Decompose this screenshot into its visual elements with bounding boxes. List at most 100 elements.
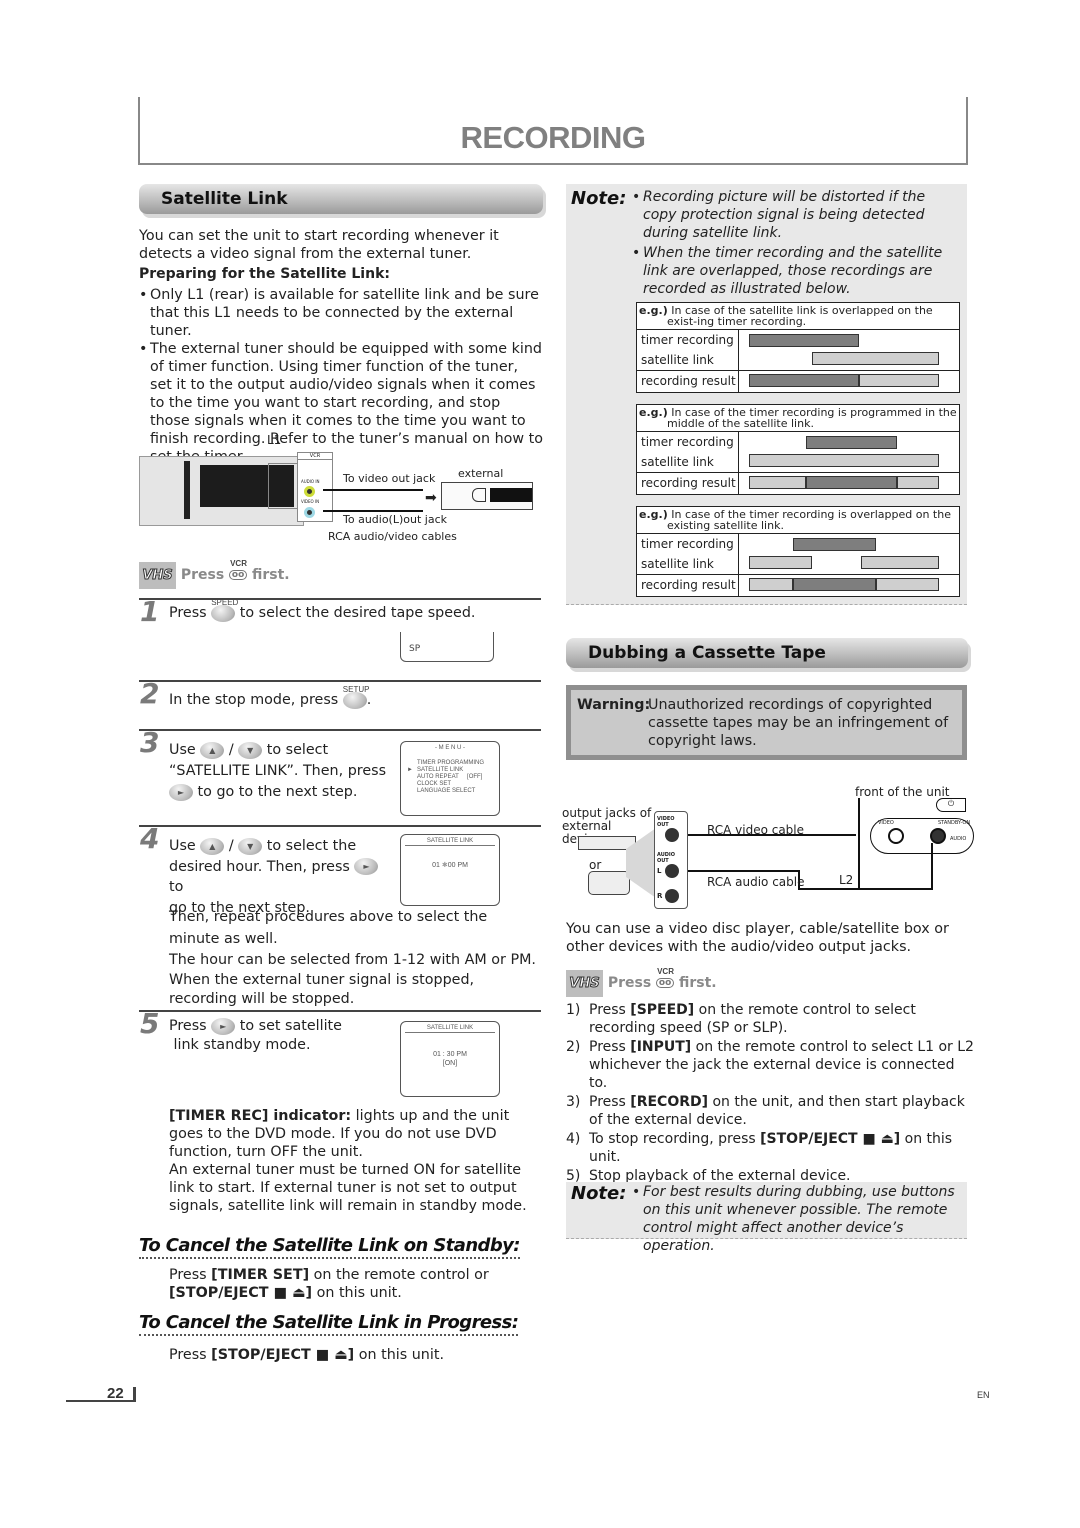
right-button[interactable]: ► [211,1017,236,1035]
vhs-logo-icon: VHS [139,562,176,589]
vhs-press-first: VHS Press oo VCR first. [139,560,290,589]
step-2-text: In the stop mode, press SETUP. [169,684,372,709]
front-of-unit-label: front of the unit [855,785,950,799]
down-button[interactable]: ▼ [238,837,263,855]
overlap-example-table: e.g.) In case of the timer recording is … [636,404,960,495]
row-label-satellite: satellite link [641,353,714,367]
step-number: 4 [140,822,160,855]
step-4-extra: Then, repeat procedures above to select … [169,909,536,1007]
dubbing-step: 3) Press [RECORD] on the unit, and then s… [566,1094,965,1128]
step-number: 3 [140,726,160,759]
vhs-logo-icon: VHS [566,970,603,997]
row-label-result: recording result [641,374,736,388]
dubbing-step: 1) Press [SPEED] on the remote control to… [566,1002,916,1036]
timer-rec-info: [TIMER REC] indicator: lights up and the… [169,1108,510,1160]
divider [139,1010,541,1012]
recording-result-segment [749,374,860,387]
osd-menu-display: - M E N U - TIMER PROGRAMMING ► SATELLITE… [400,741,500,816]
output-jack-panel: VIDEO OUT AUDIO OUT L R [654,811,688,909]
up-button[interactable]: ▲ [200,741,225,759]
speed-button[interactable]: SPEED [211,598,238,622]
recording-result-segment [806,476,898,489]
row-label-timer: timer recording [641,537,734,551]
audio-in-jack [304,486,315,497]
video-jack-label: To video out jack [343,472,436,485]
satellite-link-bar [861,556,939,569]
vcr-button-icon[interactable]: oo VCR [656,968,675,988]
right-button[interactable]: ► [354,858,379,875]
preparing-heading: Preparing for the Satellite Link: [139,266,390,282]
dubbing-note-box: Note: For best results during dubbing, u… [566,1182,967,1254]
right-button[interactable]: ► [169,783,193,801]
overlap-example-table: e.g.) In case of the timer recording is … [636,506,960,597]
page-number: 22 [107,1385,124,1402]
step-number: 1 [140,595,160,628]
arrow-right-icon: ➡ [425,490,437,506]
timer-recording-bar [792,538,877,551]
audio-jack-label: To audio(L)out jack [343,513,447,526]
rca-cables-label: RCA audio/video cables [328,530,457,543]
rca-cable-audio [323,510,423,512]
recording-result-segment [792,578,877,591]
video-out-jack [665,828,679,842]
overlap-example-table: e.g.) In case of the satellite link is o… [636,302,960,393]
footer-tick [133,1387,136,1402]
down-button[interactable]: ▼ [238,741,263,759]
example-caption: e.g.) In case of the timer recording is … [637,507,959,534]
rca-audio-cable-label: RCA audio cable [707,875,805,889]
page-title: RECORDING [460,120,646,155]
rca-cable-video [323,489,423,491]
row-label-result: recording result [641,476,736,490]
cancel-standby-heading: To Cancel the Satellite Link on Standby: [139,1235,520,1259]
step-3-text: Use ▲ / ▼ to select “SATELLITE LINK”. Th… [169,741,387,801]
video-disc-player-illustration [578,836,636,850]
recording-result-segment [749,578,793,591]
video-in-jack [304,507,315,518]
l1-label: L1 [267,433,282,447]
setup-button[interactable]: SETUP [342,685,369,709]
row-label-satellite: satellite link [641,557,714,571]
external-tuner-illustration [441,482,533,510]
external-tuner-info: An external tuner must be turned ON for … [169,1162,527,1214]
power-icon: ⏻ [936,798,966,812]
step-number: 2 [140,677,160,710]
example-caption: e.g.) In case of the timer recording is … [637,405,959,432]
recording-result-segment [897,476,939,489]
step-1-text: Press SPEED to select the desired tape s… [169,597,476,622]
recording-result-segment [749,476,806,489]
camcorder-illustration [588,871,630,895]
dubbing-step: 2) Press [INPUT] on the remote control to… [566,1039,974,1091]
footer-rule [66,1400,136,1402]
cancel-standby-text: Press [TIMER SET] on the remote control … [169,1267,489,1301]
osd-speed-display: SP [400,632,494,662]
cancel-progress-heading: To Cancel the Satellite Link in Progress… [139,1312,519,1336]
warning-box: Warning: Unauthorized recordings of copy… [566,685,967,760]
vcr-button-icon[interactable]: oo VCR [229,560,248,580]
divider [139,680,541,682]
example-caption: e.g.) In case of the satellite link is o… [637,303,959,330]
osd-standby-display: SATELLITE LINK 01 : 30 PM [ON] [400,1021,500,1097]
dubbing-intro: You can use a video disc player, cable/s… [566,921,949,955]
satellite-link-bar [749,556,812,569]
up-button[interactable]: ▲ [200,837,225,855]
note-bullets: Recording picture will be distorted if t… [632,188,962,298]
osd-hour-display: SATELLITE LINK 01 ✱00 PM [400,834,500,906]
satellite-link-bar [749,454,939,467]
recording-result-segment [859,374,939,387]
satellite-intro: You can set the unit to start recording … [139,228,499,262]
divider [139,825,541,827]
cancel-progress-text: Press [STOP/EJECT ■ ⏏] on this unit. [169,1347,444,1363]
row-label-timer: timer recording [641,435,734,449]
dubbing-steps: 1) Press [SPEED] on the remote control to… [566,1001,976,1186]
language-label: EN [977,1390,990,1400]
timer-recording-bar [806,436,898,449]
recording-result-segment [876,578,939,591]
satellite-link-bar [811,352,939,365]
satellite-connection-diagram: L1 VCR AUDIO IN VIDEO IN To video out ja… [139,432,534,550]
rca-audio-cable [688,870,798,872]
row-label-result: recording result [641,578,736,592]
divider [139,598,541,600]
audio-out-r-jack [665,889,679,903]
row-label-timer: timer recording [641,333,734,347]
section-heading-dubbing: Dubbing a Cassette Tape [566,638,968,668]
